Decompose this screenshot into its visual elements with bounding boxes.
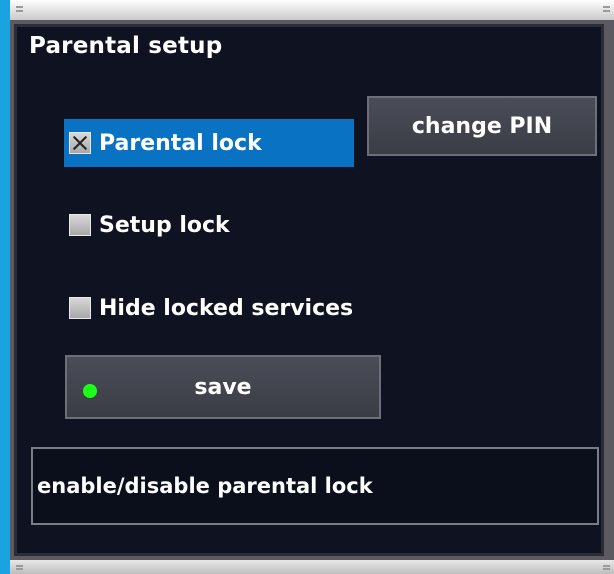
checkbox-checked-icon[interactable] xyxy=(69,132,91,154)
option-setup-lock[interactable]: Setup lock xyxy=(64,201,354,249)
option-label: Setup lock xyxy=(99,212,230,238)
option-label: Parental lock xyxy=(99,130,262,156)
option-parental-lock[interactable]: Parental lock xyxy=(64,119,354,167)
parental-setup-window: Parental setup Parental lock Setup lock … xyxy=(10,20,614,560)
change-pin-label: change PIN xyxy=(411,113,553,139)
green-dot-icon xyxy=(83,384,97,398)
window-title: Parental setup xyxy=(29,33,223,59)
grip-icon-left xyxy=(16,6,23,12)
help-text: enable/disable parental lock xyxy=(37,474,373,498)
window-top-bar xyxy=(10,0,614,20)
save-label: save xyxy=(194,374,252,400)
content-panel: Parental setup Parental lock Setup lock … xyxy=(14,24,604,556)
grip-icon-right xyxy=(603,6,610,12)
window-bottom-bar xyxy=(10,560,614,574)
option-hide-locked-services[interactable]: Hide locked services xyxy=(64,284,384,332)
grip-icon-left xyxy=(16,565,23,570)
checkbox-unchecked-icon[interactable] xyxy=(69,297,91,319)
option-label: Hide locked services xyxy=(99,295,354,321)
change-pin-button[interactable]: change PIN xyxy=(367,96,597,156)
grip-icon-right xyxy=(603,565,610,570)
save-button[interactable]: save xyxy=(65,355,381,419)
checkbox-unchecked-icon[interactable] xyxy=(69,214,91,236)
help-text-box: enable/disable parental lock xyxy=(31,447,599,525)
